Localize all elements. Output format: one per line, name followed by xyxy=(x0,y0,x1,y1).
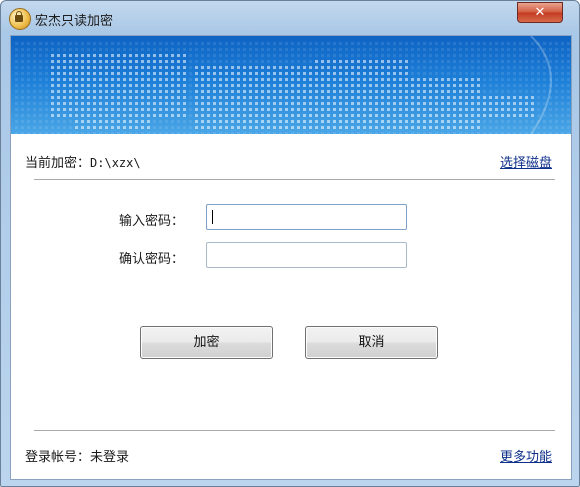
account-label: 登录帐号： xyxy=(25,450,91,465)
main-panel: 当前加密：D:\xzx\ 选择磁盘 输入密码： 确认密码： 加密 取消 登录帐号… xyxy=(11,134,571,479)
banner-image xyxy=(11,36,571,134)
current-encrypt-path: D:\xzx\ xyxy=(90,156,141,170)
password-label: 输入密码： xyxy=(119,214,185,229)
confirm-password-label: 确认密码： xyxy=(119,252,185,267)
encrypt-button[interactable]: 加密 xyxy=(140,326,273,359)
cancel-button[interactable]: 取消 xyxy=(305,326,438,359)
top-divider xyxy=(34,179,555,181)
account-status: 未登录 xyxy=(90,450,130,465)
app-window: 宏杰只读加密 ✕ 当前加密：D:\xzx\ 选择磁盘 输入密码： 确认密码： 加… xyxy=(0,0,580,487)
current-encrypt-row: 当前加密：D:\xzx\ xyxy=(25,152,141,171)
select-disk-link[interactable]: 选择磁盘 xyxy=(500,152,552,171)
confirm-password-input[interactable] xyxy=(206,242,407,268)
world-map-dots xyxy=(15,36,570,134)
title-bar[interactable]: 宏杰只读加密 ✕ xyxy=(1,1,579,35)
client-area: 当前加密：D:\xzx\ 选择磁盘 输入密码： 确认密码： 加密 取消 登录帐号… xyxy=(10,35,572,480)
lock-icon xyxy=(9,8,31,30)
password-input[interactable] xyxy=(206,204,407,230)
account-row: 登录帐号：未登录 xyxy=(25,446,129,465)
bottom-divider xyxy=(34,430,555,432)
close-button[interactable]: ✕ xyxy=(517,2,563,23)
text-caret xyxy=(212,210,213,224)
window-title: 宏杰只读加密 xyxy=(35,14,114,29)
more-features-link[interactable]: 更多功能 xyxy=(500,446,552,465)
current-encrypt-label: 当前加密： xyxy=(25,156,91,171)
